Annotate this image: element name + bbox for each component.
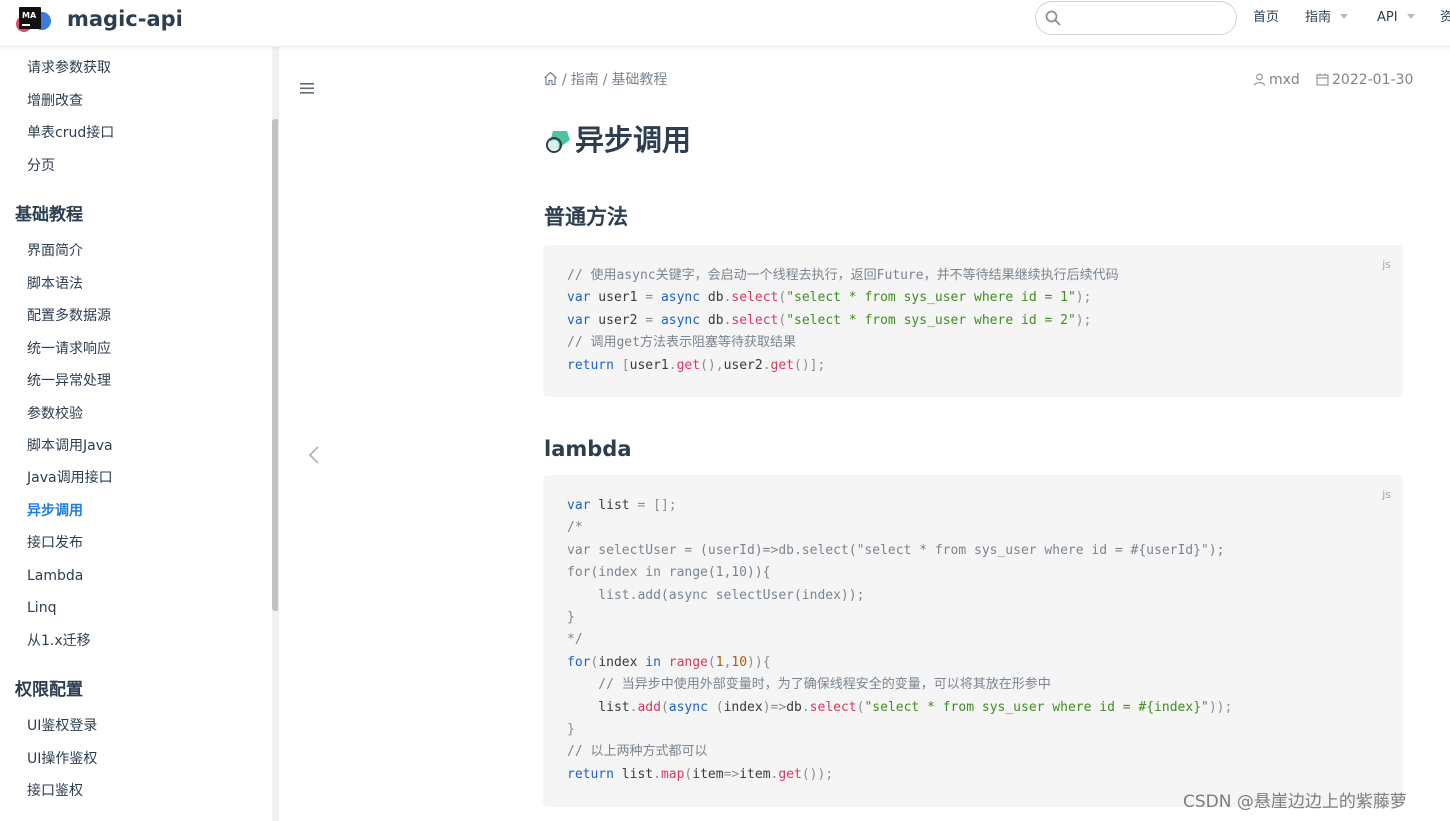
code-language-tag: js [1382,258,1391,271]
code-line: return [user1.get(),user2.get()]; [567,357,826,373]
chevron-down-icon [1406,14,1415,19]
sidebar-item-unified-exception[interactable]: 统一异常处理 [27,371,111,391]
sidebar-item-linq[interactable]: Linq [27,598,56,618]
title-decoration-icon [546,131,570,153]
search-input[interactable] [1066,6,1226,30]
sidebar-item-pagination[interactable]: 分页 [27,156,55,176]
code-line: // 使用async关键字，会启动一个线程去执行，返回Future，并不等待结果… [567,268,1119,283]
breadcrumb-guide[interactable]: 指南 [571,72,599,88]
author-name: mxd [1269,72,1300,88]
sidebar-item-script-call-java[interactable]: 脚本调用Java [27,436,113,456]
code-content: // 使用async关键字，会启动一个线程去执行，返回Future，并不等待结果… [567,265,1119,377]
code-line: var user2 = async db.select("select * fr… [567,312,1092,328]
sidebar-item-java-call-api[interactable]: Java调用接口 [27,468,113,488]
sidebar-scrollbar-thumb[interactable] [272,119,278,611]
code-line: var selectUser = (userId)=>db.select("se… [567,542,1225,558]
author-meta: mxd [1253,70,1300,90]
nav-guide-label: 指南 [1305,10,1332,25]
code-line: } [567,610,575,626]
code-block-normal-method: js // 使用async关键字，会启动一个线程去执行，返回Future，并不等… [543,245,1403,397]
breadcrumb: / 指南 / 基础教程 [543,70,667,90]
sidebar-item-script-syntax[interactable]: 脚本语法 [27,274,83,294]
code-line: } [567,722,575,738]
sidebar-item-ui-auth-login[interactable]: UI鉴权登录 [27,716,97,736]
nav-resources[interactable]: 资 [1440,9,1450,27]
hamburger-menu-icon[interactable] [300,82,316,96]
code-line: // 以上两种方式都可以 [567,744,708,760]
page-title: 异步调用 [545,121,691,159]
sidebar-item-migrate-1x[interactable]: 从1.x迁移 [27,631,91,651]
code-line: var list = []; [567,498,677,513]
code-line: */ [567,632,583,648]
code-line: /* [567,520,583,536]
section-heading-lambda: lambda [544,437,632,461]
sidebar-item-request-params[interactable]: 请求参数获取 [27,58,111,78]
sidebar-group-permission[interactable]: 权限配置 [15,679,83,701]
search-box[interactable] [1035,1,1237,35]
top-navbar: MA magic-api 首页 指南 API 资 [0,0,1450,47]
sidebar-item-async-call[interactable]: 异步调用 [27,501,83,521]
sidebar-item-lambda[interactable]: Lambda [27,566,83,586]
code-line: list.add(async (index)=>db.select("selec… [567,699,1233,715]
logo-text: MA [22,11,37,20]
breadcrumb-separator: / [602,72,608,88]
csdn-watermark: CSDN @悬崖边边上的紫藤萝 [1183,792,1407,812]
code-line: list.add(async selectUser(index)); [567,587,865,603]
home-icon[interactable] [543,71,558,86]
code-line: var user1 = async db.select("select * fr… [567,290,1092,306]
published-date: 2022-01-30 [1332,72,1414,88]
sidebar-item-crud[interactable]: 增删改查 [27,91,83,111]
search-icon [1045,10,1061,26]
code-language-tag: js [1382,488,1391,501]
sidebar-item-param-validation[interactable]: 参数校验 [27,404,83,424]
sidebar: 请求参数获取 增删改查 单表crud接口 分页 基础教程 界面简介 脚本语法 配… [0,47,279,821]
code-line: for(index in range(1,10)){ [567,565,771,581]
breadcrumb-basic-tutorial[interactable]: 基础教程 [611,72,667,88]
sidebar-item-unified-response[interactable]: 统一请求响应 [27,339,111,359]
code-line: // 当异步中使用外部变量时，为了确保线程安全的变量，可以将其放在形参中 [567,677,1051,693]
chevron-left-icon[interactable] [307,445,321,465]
chevron-down-icon [1340,14,1349,19]
nav-guide-dropdown[interactable]: 指南 [1305,9,1349,27]
sidebar-item-api-auth[interactable]: 接口鉴权 [27,781,83,801]
nav-api-label: API [1377,10,1398,25]
nav-api-dropdown[interactable]: API [1377,9,1415,27]
site-name[interactable]: magic-api [67,6,183,32]
user-icon [1253,73,1266,86]
magic-api-logo-icon[interactable]: MA [14,4,52,34]
sidebar-item-ui-intro[interactable]: 界面简介 [27,241,83,261]
code-content: var list = []; /* var selectUser = (user… [567,495,1232,786]
section-heading-normal-method: 普通方法 [544,205,628,229]
page-title-text: 异步调用 [575,123,692,157]
date-meta: 2022-01-30 [1316,70,1413,90]
sidebar-item-multi-datasource[interactable]: 配置多数据源 [27,306,111,326]
nav-home-label: 首页 [1253,10,1280,25]
sidebar-item-api-publish[interactable]: 接口发布 [27,533,83,553]
code-line: // 调用get方法表示阻塞等待获取结果 [567,335,796,351]
code-block-lambda: js var list = []; /* var selectUser = (u… [543,475,1403,807]
calendar-icon [1316,73,1329,86]
breadcrumb-separator: / [562,72,567,88]
code-line: return list.map(item=>item.get()); [567,766,834,782]
nav-resources-label: 资 [1440,10,1450,25]
sidebar-item-single-table-crud[interactable]: 单表crud接口 [27,123,114,143]
sidebar-item-ui-operation-auth[interactable]: UI操作鉴权 [27,749,97,769]
nav-home[interactable]: 首页 [1253,9,1279,27]
sidebar-group-basic-tutorial[interactable]: 基础教程 [15,204,83,226]
code-line: for(index in range(1,10)){ [567,654,771,670]
